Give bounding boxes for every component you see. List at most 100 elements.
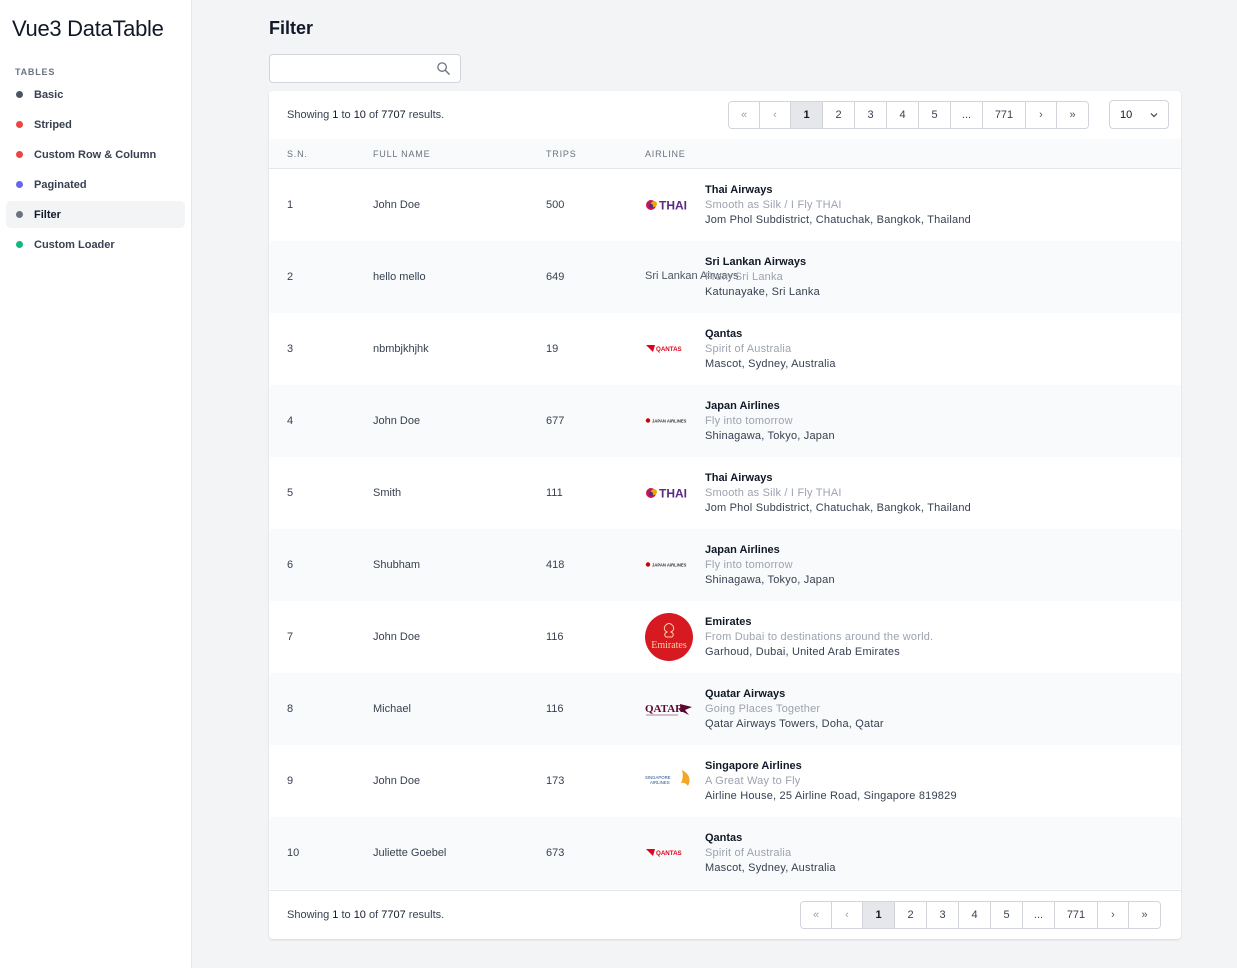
table-row[interactable]: 7 John Doe 116 Emirates Emirates From Dubai t… xyxy=(269,601,1181,673)
svg-text:QANTAS: QANTAS xyxy=(656,850,682,857)
airline-info: Japan Airlines Fly into tomorrow Shinagawa… xyxy=(705,399,835,444)
app-brand[interactable]: Vue3 DataTable xyxy=(12,16,164,42)
column-header-sn[interactable]: S.N. xyxy=(287,149,308,159)
thai-logo-icon: THAI xyxy=(646,199,687,213)
first-page-button[interactable]: « xyxy=(801,902,832,928)
airline-info: Singapore Airlines A Great Way to Fly Airl… xyxy=(705,759,957,804)
cell-sn: 9 xyxy=(287,775,294,787)
page-title: Filter xyxy=(269,18,314,38)
search-icon[interactable] xyxy=(436,61,451,76)
cell-full-name: John Doe xyxy=(373,199,421,211)
sidebar-item-filter[interactable]: Filter xyxy=(6,201,185,228)
page-button-3[interactable]: 3 xyxy=(927,902,959,928)
table-row[interactable]: 4 John Doe 677 JAPAN AIRLINES Japan Airlines… xyxy=(269,385,1181,457)
airline-slogan: Smooth as Silk / I Fly THAI xyxy=(705,199,842,211)
jal-logo-icon: JAPAN AIRLINES xyxy=(645,562,687,568)
svg-text:THAI: THAI xyxy=(659,199,687,213)
cell-full-name: John Doe xyxy=(373,631,421,643)
cell-full-name: John Doe xyxy=(373,775,421,787)
sidebar-item-custom-row-column[interactable]: Custom Row & Column xyxy=(6,141,185,168)
table-row[interactable]: 2 hello mello 649 Sri Lankan Airways Sri Lan… xyxy=(269,241,1181,313)
page-button-1[interactable]: 1 xyxy=(863,902,895,928)
cell-full-name: Juliette Goebel xyxy=(373,847,447,859)
cell-trips: 677 xyxy=(546,415,565,427)
last-page-button[interactable]: » xyxy=(1057,102,1088,128)
page-button-2[interactable]: 2 xyxy=(823,102,855,128)
page-button-1[interactable]: 1 xyxy=(791,102,823,128)
page-ellipsis: ... xyxy=(951,102,983,128)
airline-name: Japan Airlines xyxy=(705,400,780,412)
sidebar-item-label: Filter xyxy=(34,208,61,221)
svg-text:Emirates: Emirates xyxy=(651,640,687,651)
sidebar: Vue3 DataTable TABLES Basic Striped Custom… xyxy=(0,0,192,968)
svg-text:AIRLINES: AIRLINES xyxy=(650,780,670,785)
sidebar-item-basic[interactable]: Basic xyxy=(6,81,185,108)
search-box xyxy=(269,54,461,83)
airline-info: Qantas Spirit of Australia Mascot, Sydney,… xyxy=(705,831,836,876)
results-total: 7707 xyxy=(381,909,406,921)
page-button-5[interactable]: 5 xyxy=(991,902,1023,928)
search-input[interactable] xyxy=(270,55,430,82)
pagination: «‹ 1 2 3 4 5... 771 ›» xyxy=(728,101,1089,129)
cell-full-name: Michael xyxy=(373,703,411,715)
airline-name: Qantas xyxy=(705,328,743,340)
page-button-5[interactable]: 5 xyxy=(919,102,951,128)
qatar-logo-icon: QATAR xyxy=(645,703,692,716)
page-button-last[interactable]: 771 xyxy=(1055,902,1098,928)
page-button-4[interactable]: 4 xyxy=(887,102,919,128)
status-dot-icon xyxy=(16,91,23,98)
next-page-button[interactable]: › xyxy=(1098,902,1129,928)
sidebar-item-custom-loader[interactable]: Custom Loader xyxy=(6,231,185,258)
last-page-button[interactable]: » xyxy=(1129,902,1160,928)
table-row[interactable]: 1 John Doe 500 THAI Thai Airways Smooth as Si… xyxy=(269,169,1181,241)
table-row[interactable]: 3 nbmbjkhjhk 19 QANTAS Qantas Spirit of Austr… xyxy=(269,313,1181,385)
airline-slogan: Spirit of Australia xyxy=(705,343,792,355)
airline-slogan: Fly into tomorrow xyxy=(705,415,793,427)
table-row[interactable]: 5 Smith 111 THAI Thai Airways Smooth as Silk … xyxy=(269,457,1181,529)
airline-info: Qantas Spirit of Australia Mascot, Sydney,… xyxy=(705,327,836,372)
column-header-airline[interactable]: AIRLINE xyxy=(645,149,686,159)
cell-trips: 418 xyxy=(546,559,565,571)
cell-trips: 173 xyxy=(546,775,565,787)
next-page-button[interactable]: › xyxy=(1026,102,1057,128)
airline-logo: THAI xyxy=(645,180,693,230)
airline-name: Sri Lankan Airways xyxy=(705,256,807,268)
table-row[interactable]: 10 Juliette Goebel 673 QANTAS Qantas Spirit o… xyxy=(269,817,1181,889)
cell-sn: 6 xyxy=(287,559,294,571)
sidebar-item-label: Basic xyxy=(34,88,64,101)
emirates-logo-icon: Emirates xyxy=(645,613,693,661)
per-page-select[interactable]: 10 xyxy=(1109,100,1169,129)
sidebar-item-paginated[interactable]: Paginated xyxy=(6,171,185,198)
cell-trips: 649 xyxy=(546,271,565,283)
page-button-last[interactable]: 771 xyxy=(983,102,1026,128)
table-row[interactable]: 8 Michael 116 QATAR Quatar Airways Going Plac… xyxy=(269,673,1181,745)
prev-page-button[interactable]: ‹ xyxy=(832,902,863,928)
airline-info: Emirates From Dubai to destinations aroun… xyxy=(705,615,933,660)
airline-name: Japan Airlines xyxy=(705,544,780,556)
column-header-full-name[interactable]: FULL NAME xyxy=(373,149,430,159)
page-button-3[interactable]: 3 xyxy=(855,102,887,128)
page-button-4[interactable]: 4 xyxy=(959,902,991,928)
status-dot-icon xyxy=(16,151,23,158)
first-page-button[interactable]: « xyxy=(729,102,760,128)
airline-info: Thai Airways Smooth as Silk / I Fly THAI J… xyxy=(705,183,971,228)
sidebar-item-striped[interactable]: Striped xyxy=(6,111,185,138)
table-row[interactable]: 6 Shubham 418 JAPAN AIRLINES Japan Airlines F… xyxy=(269,529,1181,601)
page-button-2[interactable]: 2 xyxy=(895,902,927,928)
prev-page-button[interactable]: ‹ xyxy=(760,102,791,128)
cell-full-name: hello mello xyxy=(373,271,426,283)
cell-sn: 2 xyxy=(287,271,294,283)
svg-text:THAI: THAI xyxy=(659,487,687,501)
airline-logo: THAI xyxy=(645,468,693,518)
airline-slogan: Fly into tomorrow xyxy=(705,559,793,571)
cell-full-name: Smith xyxy=(373,487,402,499)
column-header-trips[interactable]: TRIPS xyxy=(546,149,577,159)
status-dot-icon xyxy=(16,181,23,188)
thai-logo-icon: THAI xyxy=(646,487,687,501)
results-summary: Showing 1 to 10 of 7707 results. xyxy=(287,909,445,921)
table-row[interactable]: 9 John Doe 173 SINGAPORE AIRLINES Singapore A… xyxy=(269,745,1181,817)
airline-logo: Emirates xyxy=(645,612,693,662)
cell-sn: 1 xyxy=(287,199,294,211)
airline-slogan: Smooth as Silk / I Fly THAI xyxy=(705,487,842,499)
airline-slogan: Going Places Together xyxy=(705,703,821,715)
